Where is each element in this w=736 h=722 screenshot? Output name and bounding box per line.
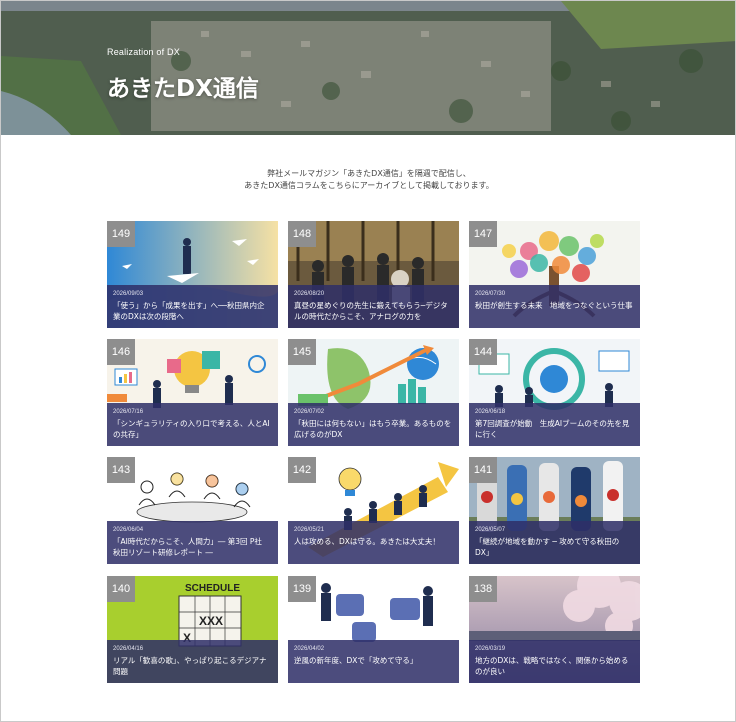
issue-number-badge: 143: [107, 457, 135, 483]
schedule-label: SCHEDULE: [185, 583, 240, 594]
card-date: 2026/04/02: [294, 646, 325, 652]
issue-number-badge: 147: [469, 221, 497, 247]
card-caption: 2026/07/02 「秋田には何もない」はもう卒業。あるものを 広げるのがDX: [288, 403, 459, 446]
calendar-marks: XXX: [199, 614, 223, 628]
column-card[interactable]: 145 2026/07/02 「秋田には何もない」はもう卒業。あるものを 広げる…: [288, 339, 459, 446]
card-caption: 2026/06/04 「AI時代だからこそ、人間力」― 第3回 P社 秋田リゾー…: [107, 521, 278, 564]
card-caption: 2026/05/21 人は攻める、DXは守る。あきたは大丈夫！: [288, 521, 459, 564]
card-title[interactable]: 「AI時代だからこそ、人間力」― 第3回 P社 秋田リゾート研修レポート ―: [113, 536, 272, 558]
column-card[interactable]: 147 2026/07/30 秋田が創生する未来 地域をつなぐという仕事: [469, 221, 640, 328]
column-card[interactable]: SCHEDULE XXX X 140 2026/04/16 リアル「歓喜の歌」、…: [107, 576, 278, 683]
column-card[interactable]: 148 2026/08/20 真昼の星めぐりの先生に鍛えてもらう─デジタ ルの時…: [288, 221, 459, 328]
page-frame: Realization of DX あきたDX通信 弊社メールマガジン「あきたD…: [0, 0, 736, 722]
card-date: 2026/07/02: [294, 409, 325, 415]
card-date: 2026/09/03: [113, 291, 144, 297]
card-title[interactable]: 「継続が地域を動かす ─ 攻めて守る秋田の DX」: [475, 536, 634, 558]
card-caption: 2026/03/19 地方のDXは、戦略ではなく、関係から始める のが良い: [469, 640, 640, 683]
card-date: 2026/06/04: [113, 527, 144, 533]
column-card[interactable]: 144 2026/06/18 第7回調査が始動 生成AIブームのその先を見 に行…: [469, 339, 640, 446]
column-card[interactable]: 149 2026/09/03 「使う」から「成果を出す」へ──秋田県内企 業のD…: [107, 221, 278, 328]
card-date: 2026/05/21: [294, 527, 325, 533]
card-caption: 2026/05/07 「継続が地域を動かす ─ 攻めて守る秋田の DX」: [469, 521, 640, 564]
card-date: 2026/07/30: [475, 291, 506, 297]
card-title[interactable]: 秋田が創生する未来 地域をつなぐという仕事: [475, 300, 634, 311]
card-title[interactable]: 人は攻める、DXは守る。あきたは大丈夫！: [294, 536, 453, 547]
card-title[interactable]: 「シンギュラリティの入り口で考える、人とAI の共存」: [113, 418, 272, 440]
card-date: 2026/05/07: [475, 527, 506, 533]
card-caption: 2026/08/20 真昼の星めぐりの先生に鍛えてもらう─デジタ ルの時代だから…: [288, 285, 459, 328]
issue-number-badge: 145: [288, 339, 316, 365]
issue-number-badge: 141: [469, 457, 497, 483]
intro-line-1: 弊社メールマガジン「あきたDX通信」を隔週で配信し、: [267, 169, 471, 178]
issue-number-badge: 146: [107, 339, 135, 365]
column-card[interactable]: 139 2026/04/02 逆風の新年度、DXで「攻めて守る」: [288, 576, 459, 683]
card-date: 2026/06/18: [475, 409, 506, 415]
card-caption: 2026/09/03 「使う」から「成果を出す」へ──秋田県内企 業のDXは次の…: [107, 285, 278, 328]
column-card[interactable]: 146 2026/07/16 「シンギュラリティの入り口で考える、人とAI の共…: [107, 339, 278, 446]
column-card[interactable]: 138 2026/03/19 地方のDXは、戦略ではなく、関係から始める のが良…: [469, 576, 640, 683]
issue-number-badge: 142: [288, 457, 316, 483]
card-date: 2026/08/20: [294, 291, 325, 297]
hero-aerial-photo: [1, 1, 735, 135]
card-title[interactable]: 第7回調査が始動 生成AIブームのその先を見 に行く: [475, 418, 634, 440]
hero-banner: Realization of DX あきたDX通信: [1, 1, 735, 135]
issue-number-badge: 139: [288, 576, 316, 602]
issue-number-badge: 144: [469, 339, 497, 365]
issue-number-badge: 140: [107, 576, 135, 602]
card-caption: 2026/04/02 逆風の新年度、DXで「攻めて守る」: [288, 640, 459, 683]
intro-line-2: あきたDX通信コラムをこちらにアーカイブとして掲載しております。: [244, 181, 494, 190]
card-date: 2026/07/16: [113, 409, 144, 415]
card-title[interactable]: 真昼の星めぐりの先生に鍛えてもらう─デジタ ルの時代だからこそ、アナログの力を: [294, 300, 453, 322]
card-title[interactable]: 逆風の新年度、DXで「攻めて守る」: [294, 655, 453, 666]
card-title[interactable]: 「使う」から「成果を出す」へ──秋田県内企 業のDXは次の段階へ: [113, 300, 272, 322]
card-caption: 2026/06/18 第7回調査が始動 生成AIブームのその先を見 に行く: [469, 403, 640, 446]
hero-subtitle: Realization of DX: [107, 47, 180, 57]
card-caption: 2026/07/30 秋田が創生する未来 地域をつなぐという仕事: [469, 285, 640, 328]
column-card[interactable]: 142 2026/05/21 人は攻める、DXは守る。あきたは大丈夫！: [288, 457, 459, 564]
card-caption: 2026/04/16 リアル「歓喜の歌」、やっぱり起こるデジアナ 問題: [107, 640, 278, 683]
card-caption: 2026/07/16 「シンギュラリティの入り口で考える、人とAI の共存」: [107, 403, 278, 446]
page-title: あきたDX通信: [107, 76, 259, 102]
card-title[interactable]: リアル「歓喜の歌」、やっぱり起こるデジアナ 問題: [113, 655, 272, 677]
issue-number-badge: 138: [469, 576, 497, 602]
card-title[interactable]: 「秋田には何もない」はもう卒業。あるものを 広げるのがDX: [294, 418, 453, 440]
issue-number-badge: 148: [288, 221, 316, 247]
column-card[interactable]: 143 2026/06/04 「AI時代だからこそ、人間力」― 第3回 P社 秋…: [107, 457, 278, 564]
intro-text: 弊社メールマガジン「あきたDX通信」を隔週で配信し、 あきたDX通信コラムをこち…: [1, 168, 735, 192]
card-date: 2026/03/19: [475, 646, 506, 652]
card-title[interactable]: 地方のDXは、戦略ではなく、関係から始める のが良い: [475, 655, 634, 677]
card-date: 2026/04/16: [113, 646, 144, 652]
column-card[interactable]: 141 2026/05/07 「継続が地域を動かす ─ 攻めて守る秋田の DX」: [469, 457, 640, 564]
issue-number-badge: 149: [107, 221, 135, 247]
